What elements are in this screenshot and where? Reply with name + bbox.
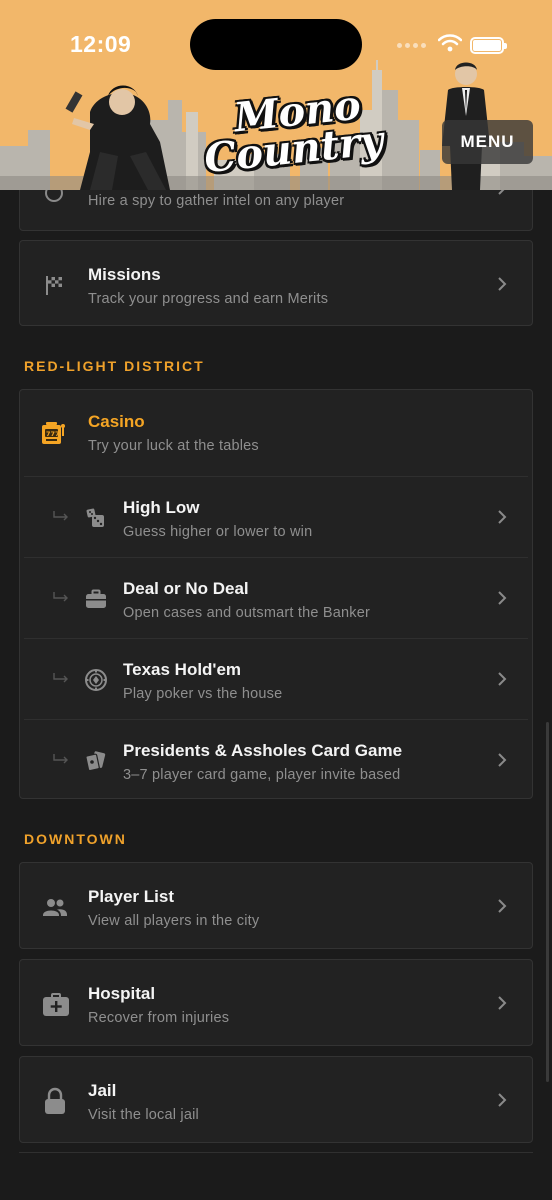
player-list-row[interactable]: Player List View all players in the city — [20, 865, 532, 945]
casino-subtitle: Try your luck at the tables — [88, 438, 259, 454]
missions-subtitle: Track your progress and earn Merits — [88, 291, 329, 307]
jail-card[interactable]: Jail Visit the local jail — [19, 1056, 533, 1143]
divider — [19, 1152, 533, 1153]
app-header: Mono Country MENU 12:09 — [0, 0, 552, 190]
game-title: High Low — [123, 498, 200, 517]
chevron-right-icon — [496, 672, 508, 686]
chevron-right-icon — [496, 996, 508, 1010]
missions-row[interactable]: Missions Track your progress and earn Me… — [20, 243, 532, 323]
gangster-character-illustration — [65, 85, 170, 190]
game-subtitle: Guess higher or lower to win — [123, 524, 313, 540]
game-row-presidents-assholes[interactable]: Presidents & Assholes Card Game 3–7 play… — [20, 719, 532, 800]
missions-card[interactable]: Missions Track your progress and earn Me… — [19, 240, 533, 326]
checkered-flag-icon — [42, 273, 66, 297]
game-row-high-low[interactable]: High Low Guess higher or lower to win — [20, 476, 532, 557]
sub-item-arrow-icon — [52, 590, 70, 602]
downtown-item-subtitle: Visit the local jail — [88, 1107, 199, 1123]
hospital-row[interactable]: Hospital Recover from injuries — [20, 962, 532, 1042]
briefcase-icon — [84, 587, 108, 611]
game-subtitle: 3–7 player card game, player invite base… — [123, 767, 401, 783]
battery-level — [473, 40, 501, 51]
poker-chip-icon — [84, 668, 108, 692]
game-subtitle: Play poker vs the house — [123, 686, 283, 702]
users-icon — [42, 895, 67, 919]
chevron-right-icon — [496, 277, 508, 291]
game-title: Texas Hold'em — [123, 660, 242, 679]
chevron-right-icon — [496, 1093, 508, 1107]
player-list-card[interactable]: Player List View all players in the city — [19, 862, 533, 949]
missions-title: Missions — [88, 265, 161, 284]
downtown-item-title: Hospital — [88, 984, 156, 1003]
menu-button[interactable]: MENU — [442, 120, 533, 164]
spy-subtitle: Hire a spy to gather intel on any player — [88, 193, 345, 209]
logo-line2: Country — [202, 116, 386, 183]
dynamic-island — [190, 19, 362, 70]
game-title: Presidents & Assholes Card Game — [123, 741, 403, 760]
game-row-texas-holdem[interactable]: Texas Hold'em Play poker vs the house — [20, 638, 532, 719]
game-title: Deal or No Deal — [123, 579, 249, 598]
casino-row[interactable]: 777 Casino Try your luck at the tables — [20, 390, 532, 476]
downtown-item-subtitle: View all players in the city — [88, 913, 260, 929]
downtown-item-title: Player List — [88, 887, 174, 906]
playing-cards-icon — [84, 749, 108, 773]
wifi-icon — [437, 34, 463, 57]
battery-icon — [470, 37, 507, 54]
medical-kit-icon — [42, 990, 70, 1018]
status-time: 12:09 — [70, 31, 132, 57]
svg-text:777: 777 — [46, 430, 60, 438]
game-subtitle: Open cases and outsmart the Banker — [123, 605, 370, 621]
downtown-item-title: Jail — [88, 1081, 117, 1100]
hospital-card[interactable]: Hospital Recover from injuries — [19, 959, 533, 1046]
slot-machine-icon: 777 — [40, 420, 66, 446]
sub-item-arrow-icon — [52, 509, 70, 521]
chevron-right-icon — [496, 591, 508, 605]
dice-icon — [84, 506, 108, 530]
casino-title: Casino — [88, 412, 145, 431]
jail-row[interactable]: Jail Visit the local jail — [20, 1059, 532, 1139]
mono-country-logo: Mono Country — [200, 82, 390, 183]
downtown-item-subtitle: Recover from injuries — [88, 1010, 230, 1026]
cellular-signal-icon — [397, 43, 426, 48]
chevron-right-icon — [496, 899, 508, 913]
casino-card: 777 Casino Try your luck at the tables H… — [19, 389, 533, 799]
chevron-right-icon — [496, 510, 508, 524]
chevron-right-icon — [496, 753, 508, 767]
section-title-red-light: RED-LIGHT DISTRICT — [24, 358, 205, 374]
sub-item-arrow-icon — [52, 752, 70, 764]
game-row-deal-or-no-deal[interactable]: Deal or No Deal Open cases and outsmart … — [20, 557, 532, 638]
scrollbar[interactable] — [546, 722, 549, 1082]
sub-item-arrow-icon — [52, 671, 70, 683]
section-title-downtown: DOWNTOWN — [24, 831, 127, 847]
status-indicators — [397, 34, 507, 57]
lock-icon — [42, 1087, 68, 1115]
